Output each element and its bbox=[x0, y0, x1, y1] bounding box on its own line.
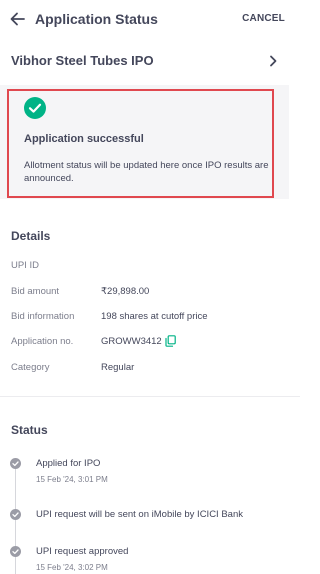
application-number-label: Application no. bbox=[11, 336, 74, 347]
status-step-title: Applied for IPO bbox=[36, 458, 101, 469]
bid-amount-value: ₹29,898.00 bbox=[101, 286, 150, 297]
status-step-time: 15 Feb '24, 3:02 PM bbox=[36, 563, 108, 572]
status-title: Status bbox=[11, 423, 48, 437]
status-step-time: 15 Feb '24, 3:01 PM bbox=[36, 475, 108, 484]
ipo-name: Vibhor Steel Tubes IPO bbox=[11, 53, 154, 68]
arrow-left-icon[interactable] bbox=[8, 9, 28, 29]
timeline-line bbox=[15, 466, 16, 574]
copy-icon[interactable] bbox=[165, 335, 176, 347]
upi-id-label: UPI ID bbox=[11, 260, 39, 271]
chevron-right-icon[interactable] bbox=[266, 54, 280, 68]
status-step-title: UPI request will be sent on iMobile by I… bbox=[36, 509, 243, 520]
check-circle-icon bbox=[10, 458, 21, 469]
check-circle-icon bbox=[10, 546, 21, 557]
check-circle-icon bbox=[10, 509, 21, 520]
bid-information-value: 198 shares at cutoff price bbox=[101, 311, 208, 322]
status-description: Allotment status will be updated here on… bbox=[24, 160, 269, 184]
status-heading: Application successful bbox=[24, 133, 144, 145]
app-header: Application Status CANCEL bbox=[0, 0, 300, 40]
check-circle-icon bbox=[24, 97, 46, 119]
bid-information-label: Bid information bbox=[11, 311, 75, 322]
bid-amount-label: Bid amount bbox=[11, 286, 60, 297]
application-number-value: GROWW3412 bbox=[101, 336, 162, 347]
status-step-title: UPI request approved bbox=[36, 546, 129, 557]
category-label: Category bbox=[11, 362, 50, 373]
section-divider bbox=[0, 396, 300, 397]
category-value: Regular bbox=[101, 362, 135, 373]
details-title: Details bbox=[11, 229, 51, 243]
page-title: Application Status bbox=[35, 11, 158, 27]
cancel-button[interactable]: CANCEL bbox=[242, 13, 285, 24]
ipo-name-row[interactable]: Vibhor Steel Tubes IPO bbox=[0, 44, 300, 78]
